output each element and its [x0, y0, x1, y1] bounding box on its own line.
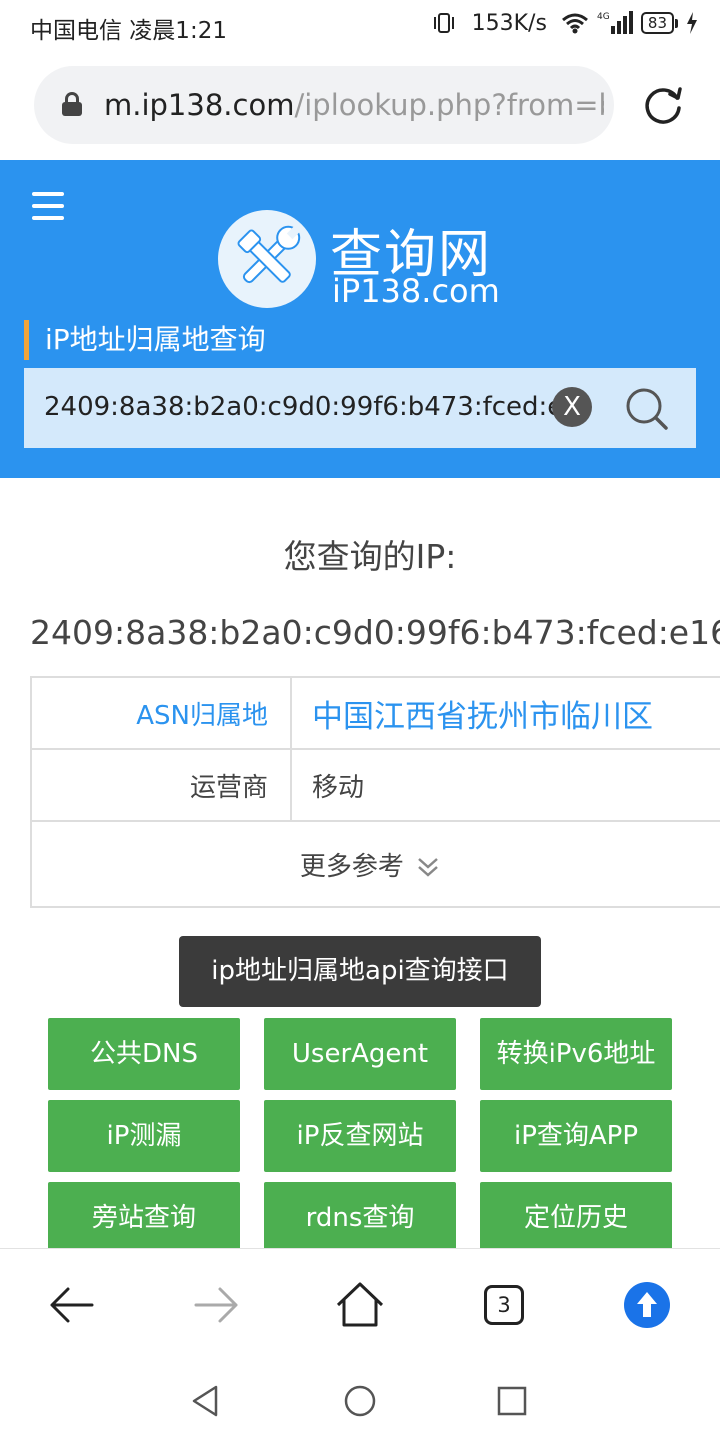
charging-icon: [687, 12, 697, 34]
api-tooltip[interactable]: ip地址归属地api查询接口: [179, 936, 541, 1007]
home-icon[interactable]: [334, 1279, 386, 1331]
nav-recents-icon[interactable]: [496, 1385, 528, 1417]
url-path: /iplookup.php?from=b: [294, 88, 604, 122]
section-title: iP地址归属地查询: [24, 320, 266, 360]
vibrate-icon: [433, 13, 454, 33]
tool-button-reverse-ip[interactable]: iP反查网站: [264, 1100, 456, 1172]
table-row: ASN归属地 中国江西省抚州市临川区: [30, 676, 720, 750]
tool-button-ip-app[interactable]: iP查询APP: [480, 1100, 672, 1172]
nav-home-icon[interactable]: [343, 1384, 377, 1418]
back-icon[interactable]: [46, 1279, 98, 1331]
address-bar[interactable]: m.ip138.com/iplookup.php?from=b: [34, 66, 614, 144]
url-text[interactable]: m.ip138.com/iplookup.php?from=b: [104, 88, 604, 122]
wifi-icon: [561, 13, 588, 34]
search-icon[interactable]: [624, 386, 670, 432]
signal-icon: 4G: [597, 11, 633, 34]
status-bar: 中国电信 凌晨1:21 153K/s 4G 83: [0, 0, 720, 50]
scroll-top-button[interactable]: [624, 1282, 670, 1328]
network-speed: 153K/s: [471, 10, 547, 36]
forward-icon[interactable]: [190, 1279, 242, 1331]
clear-button[interactable]: X: [552, 387, 592, 427]
tool-button-useragent[interactable]: UserAgent: [264, 1018, 456, 1090]
tabs-button[interactable]: 3: [484, 1285, 524, 1325]
isp-value: 移动: [290, 748, 720, 822]
table-row: 运营商 移动: [30, 748, 720, 822]
battery-icon: 83: [640, 12, 678, 34]
tool-button-ip-leak[interactable]: iP测漏: [48, 1100, 240, 1172]
ip-info-table: ASN归属地 中国江西省抚州市临川区 运营商 移动 更多参考: [30, 676, 720, 908]
tool-button-rdns[interactable]: rdns查询: [264, 1182, 456, 1254]
tool-button-public-dns[interactable]: 公共DNS: [48, 1018, 240, 1090]
ip-search-form: 2409:8a38:b2a0:c9d0:99f6:b473:fced:e166 …: [24, 368, 696, 448]
asn-key[interactable]: ASN归属地: [30, 676, 292, 750]
site-header: 查询网 iP138.com iP地址归属地查询 2409:8a38:b2a0:c…: [0, 160, 720, 478]
wrench-tools-icon: [237, 225, 301, 284]
table-row: 更多参考: [30, 820, 720, 908]
reload-icon[interactable]: [640, 82, 686, 128]
lock-icon: [62, 92, 82, 116]
menu-icon[interactable]: [32, 192, 64, 220]
system-nav-bar: [0, 1360, 720, 1440]
carrier-time: 中国电信 凌晨1:21: [30, 18, 227, 44]
query-ip: 2409:8a38:b2a0:c9d0:99f6:b473:fced:e166: [30, 613, 720, 652]
asn-value[interactable]: 中国江西省抚州市临川区: [290, 676, 720, 750]
tool-button-ipv6-convert[interactable]: 转换iPv6地址: [480, 1018, 672, 1090]
tool-button-location-history[interactable]: 定位历史: [480, 1182, 672, 1254]
browser-toolbar: 3: [0, 1248, 720, 1360]
isp-key: 运营商: [30, 748, 292, 822]
arrow-up-icon: [637, 1292, 657, 1317]
chevron-double-down-icon: [418, 858, 438, 877]
network-type: 4G: [597, 12, 610, 22]
more-reference-label: 更多参考: [299, 851, 404, 882]
battery-level: 83: [640, 12, 674, 34]
url-host: m.ip138.com: [104, 88, 295, 122]
logo-subtitle: iP138.com: [332, 272, 500, 310]
tool-button-sibling-sites[interactable]: 旁站查询: [48, 1182, 240, 1254]
nav-back-icon[interactable]: [188, 1384, 222, 1418]
logo-icon[interactable]: [218, 210, 316, 308]
query-label: 您查询的IP:: [283, 537, 457, 576]
more-reference-button[interactable]: 更多参考: [30, 820, 720, 908]
ip-search-input[interactable]: 2409:8a38:b2a0:c9d0:99f6:b473:fced:e166: [44, 392, 564, 422]
